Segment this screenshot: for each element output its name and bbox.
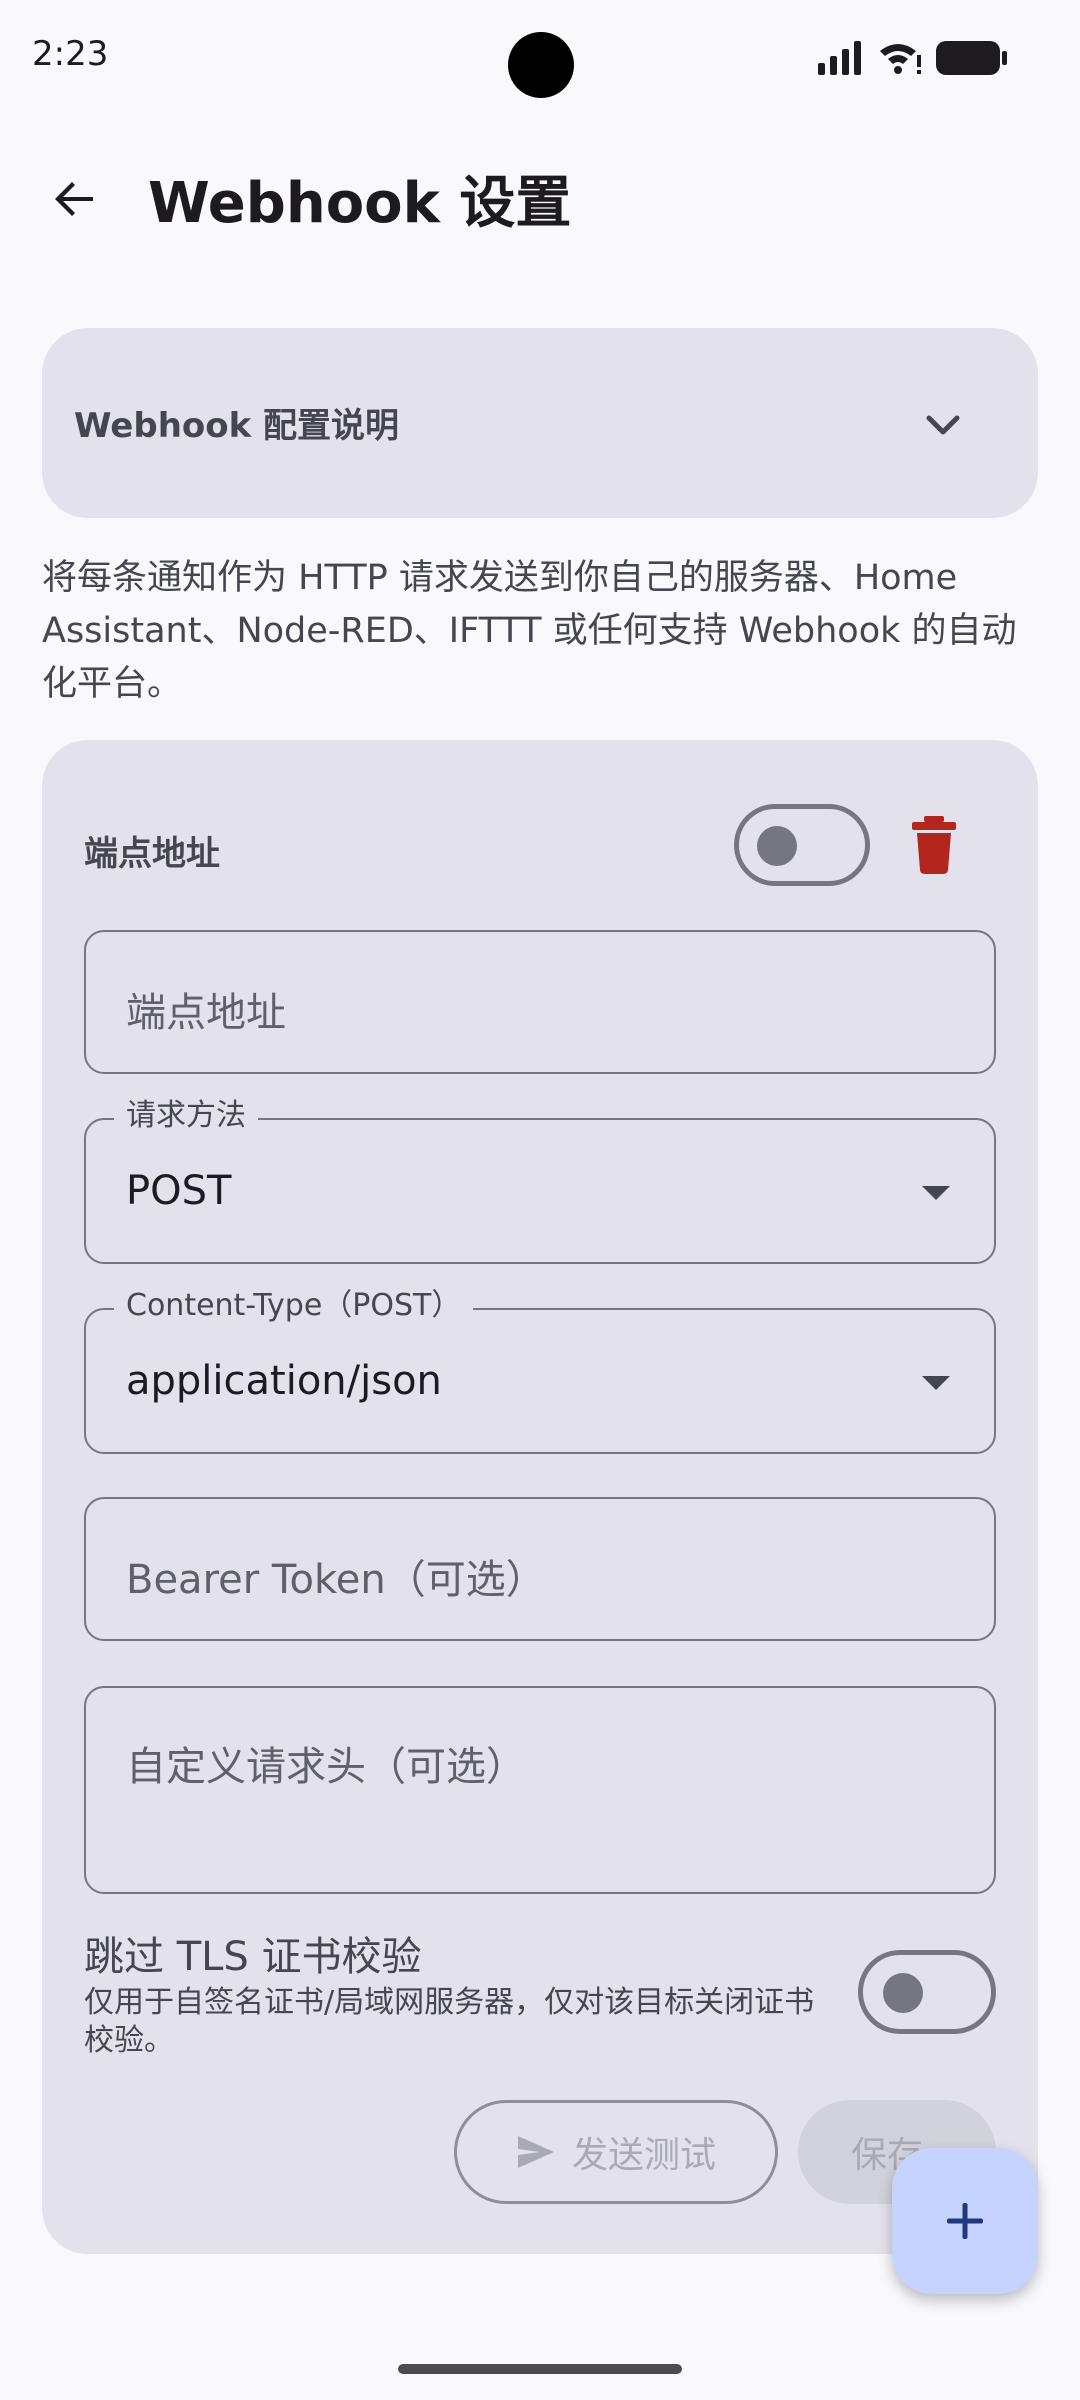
- content-type-value: application/json: [126, 1358, 442, 1404]
- send-test-label: 发送测试: [571, 2135, 716, 2176]
- request-method-value: POST: [126, 1168, 232, 1214]
- trash-icon: [912, 816, 956, 874]
- toggle-knob: [883, 1973, 923, 2013]
- send-test-button[interactable]: 发送测试: [454, 2100, 778, 2204]
- request-method-select[interactable]: 请求方法 POST: [84, 1098, 996, 1264]
- content-type-label: Content-Type（POST）: [114, 1288, 474, 1324]
- content-type-select[interactable]: Content-Type（POST） application/json: [84, 1288, 996, 1454]
- chevron-down-icon[interactable]: [918, 400, 968, 450]
- status-icons: [818, 38, 1008, 78]
- dropdown-arrow-icon: [922, 1186, 950, 1200]
- bearer-token-placeholder: Bearer Token（可选）: [126, 1557, 546, 1603]
- send-icon: [517, 2136, 554, 2168]
- skip-tls-toggle[interactable]: [858, 1950, 996, 2034]
- add-endpoint-fab[interactable]: [892, 2148, 1038, 2294]
- signal-icon: [818, 41, 861, 75]
- custom-headers-field[interactable]: 自定义请求头（可选）: [84, 1686, 996, 1894]
- delete-endpoint-button[interactable]: [908, 816, 960, 874]
- wifi-icon: [880, 44, 921, 74]
- dropdown-arrow-icon: [922, 1376, 950, 1390]
- arrow-back-icon: [55, 182, 93, 216]
- toggle-knob: [757, 826, 797, 866]
- skip-tls-title: 跳过 TLS 证书校验: [84, 1934, 422, 1980]
- status-time: 2:23: [32, 34, 109, 74]
- battery-icon: [936, 41, 1007, 75]
- endpoint-card-title: 端点地址: [84, 834, 220, 874]
- skip-tls-description: 仅用于自签名证书/局域网服务器，仅对该目标关闭证书校验。: [84, 1985, 815, 2058]
- camera-cutout: [508, 32, 574, 98]
- plus-icon: [947, 2203, 983, 2239]
- bearer-token-field[interactable]: Bearer Token（可选）: [84, 1497, 996, 1641]
- webhook-description: 将每条通知作为 HTTP 请求发送到你自己的服务器、Home Assistant…: [42, 558, 1017, 704]
- page-title: Webhook 设置: [148, 171, 572, 236]
- config-info-title: Webhook 配置说明: [74, 406, 400, 446]
- endpoint-url-field[interactable]: 端点地址: [84, 930, 996, 1074]
- endpoint-url-placeholder: 端点地址: [126, 990, 286, 1036]
- home-indicator[interactable]: [398, 2364, 682, 2374]
- endpoint-enable-toggle[interactable]: [734, 804, 870, 886]
- back-button[interactable]: [40, 164, 110, 234]
- custom-headers-placeholder: 自定义请求头（可选）: [126, 1744, 526, 1790]
- request-method-label: 请求方法: [114, 1098, 258, 1134]
